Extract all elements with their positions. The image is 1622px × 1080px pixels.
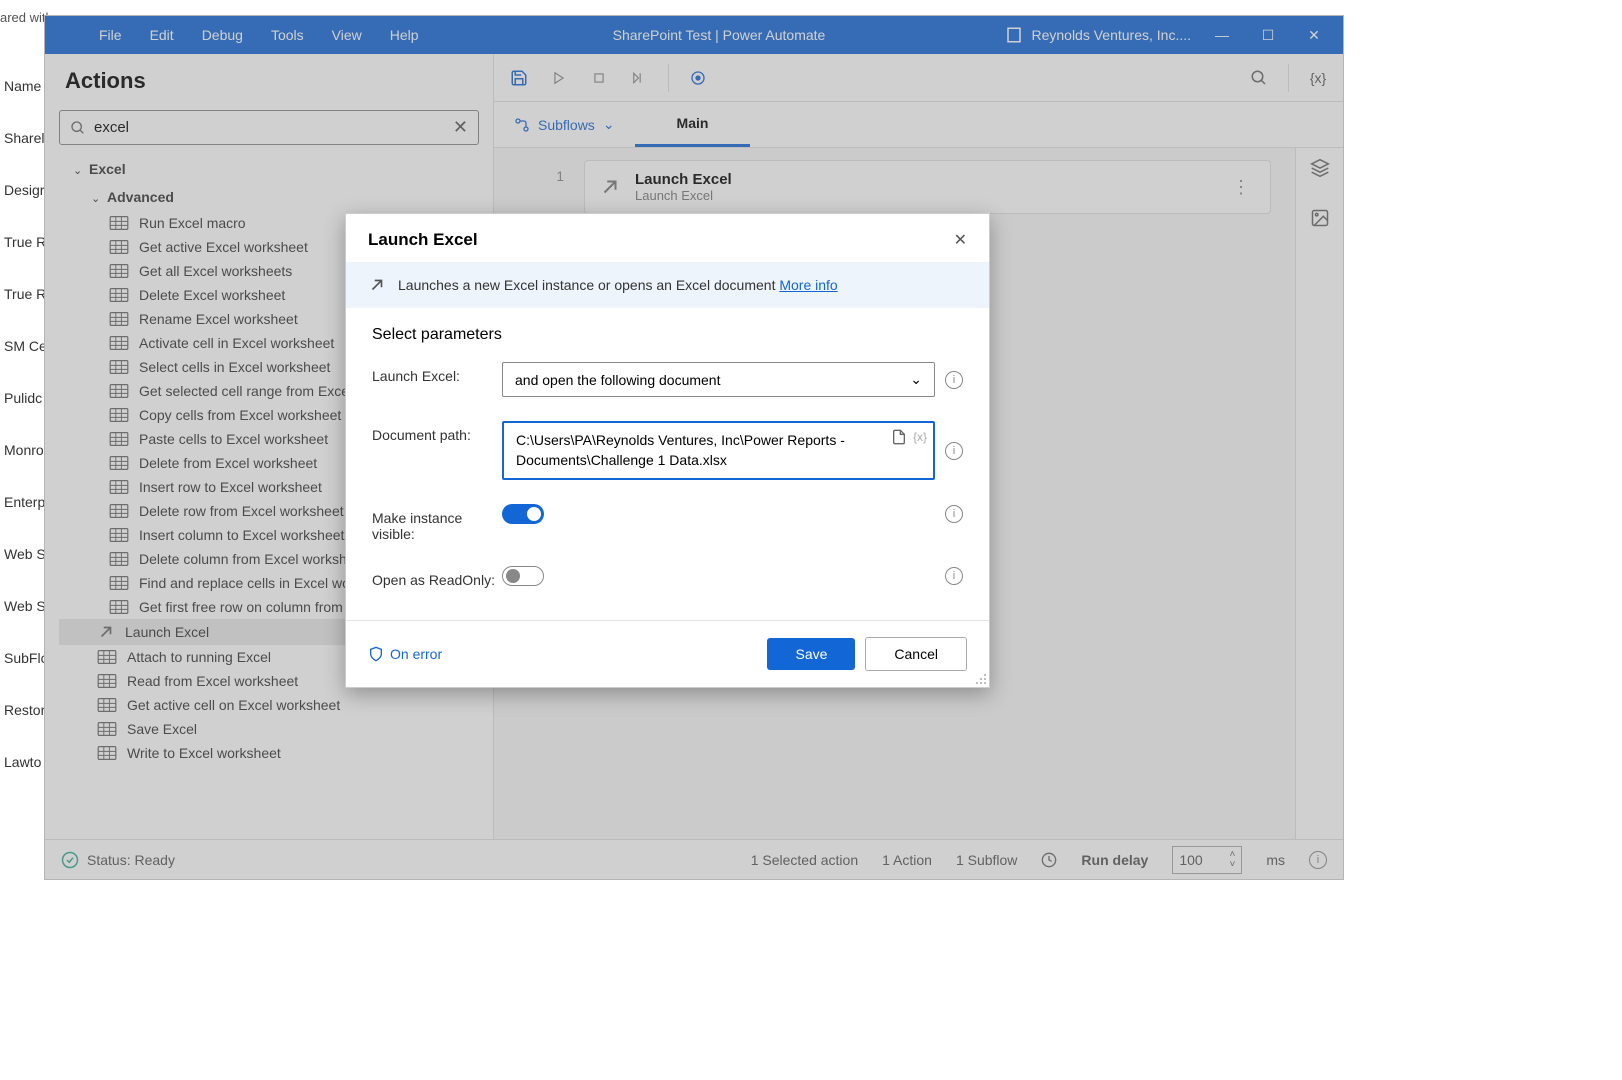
launch-label: Launch Excel: [372,362,502,384]
bg-label: Monro [0,424,44,476]
chevron-down-icon: ⌄ [910,371,922,388]
bg-label: Sharel [0,112,44,164]
bg-label: Lawto [0,736,44,788]
readonly-label: Open as ReadOnly: [372,566,502,588]
bg-label: True R [0,268,44,320]
info-icon[interactable]: i [945,505,963,523]
launch-excel-dialog: Launch Excel ✕ Launches a new Excel inst… [345,213,990,688]
dialog-title: Launch Excel [368,230,478,250]
banner-text: Launches a new Excel instance or opens a… [398,277,775,293]
visible-toggle[interactable] [502,504,544,524]
shield-icon [368,646,384,662]
bg-label: Web S [0,528,44,580]
variable-picker-icon[interactable]: {x} [913,429,927,446]
save-button[interactable]: Save [767,638,855,670]
section-title: Select parameters [372,326,963,344]
info-icon[interactable]: i [945,442,963,460]
bg-label: Restor [0,684,44,736]
bg-label: Enterp [0,476,44,528]
bg-label: SM Ce [0,320,44,372]
more-info-link[interactable]: More info [779,277,837,293]
visible-label: Make instance visible: [372,504,502,542]
launch-mode-select[interactable]: and open the following document ⌄ [502,362,935,397]
cancel-button[interactable]: Cancel [865,637,967,671]
info-icon[interactable]: i [945,371,963,389]
file-picker-icon[interactable] [891,429,907,445]
launch-arrow-icon [368,276,386,294]
bg-label: SubFlc [0,632,44,684]
bg-label: Name [0,60,44,112]
on-error-link[interactable]: On error [368,646,442,662]
bg-label: Pulidc [0,372,44,424]
bg-label: True R [0,216,44,268]
resize-grip-icon[interactable] [975,673,987,685]
close-dialog-button[interactable]: ✕ [954,230,967,250]
readonly-toggle[interactable] [502,566,544,586]
bg-label: Desigr [0,164,44,216]
dialog-banner: Launches a new Excel instance or opens a… [346,262,989,308]
bg-label: Web S [0,580,44,632]
path-label: Document path: [372,421,502,443]
document-path-input[interactable]: C:\Users\PA\Reynolds Ventures, Inc\Power… [502,421,935,480]
background-sidebar: Name Sharel Desigr True R True R SM Ce P… [0,60,44,788]
info-icon[interactable]: i [945,567,963,585]
